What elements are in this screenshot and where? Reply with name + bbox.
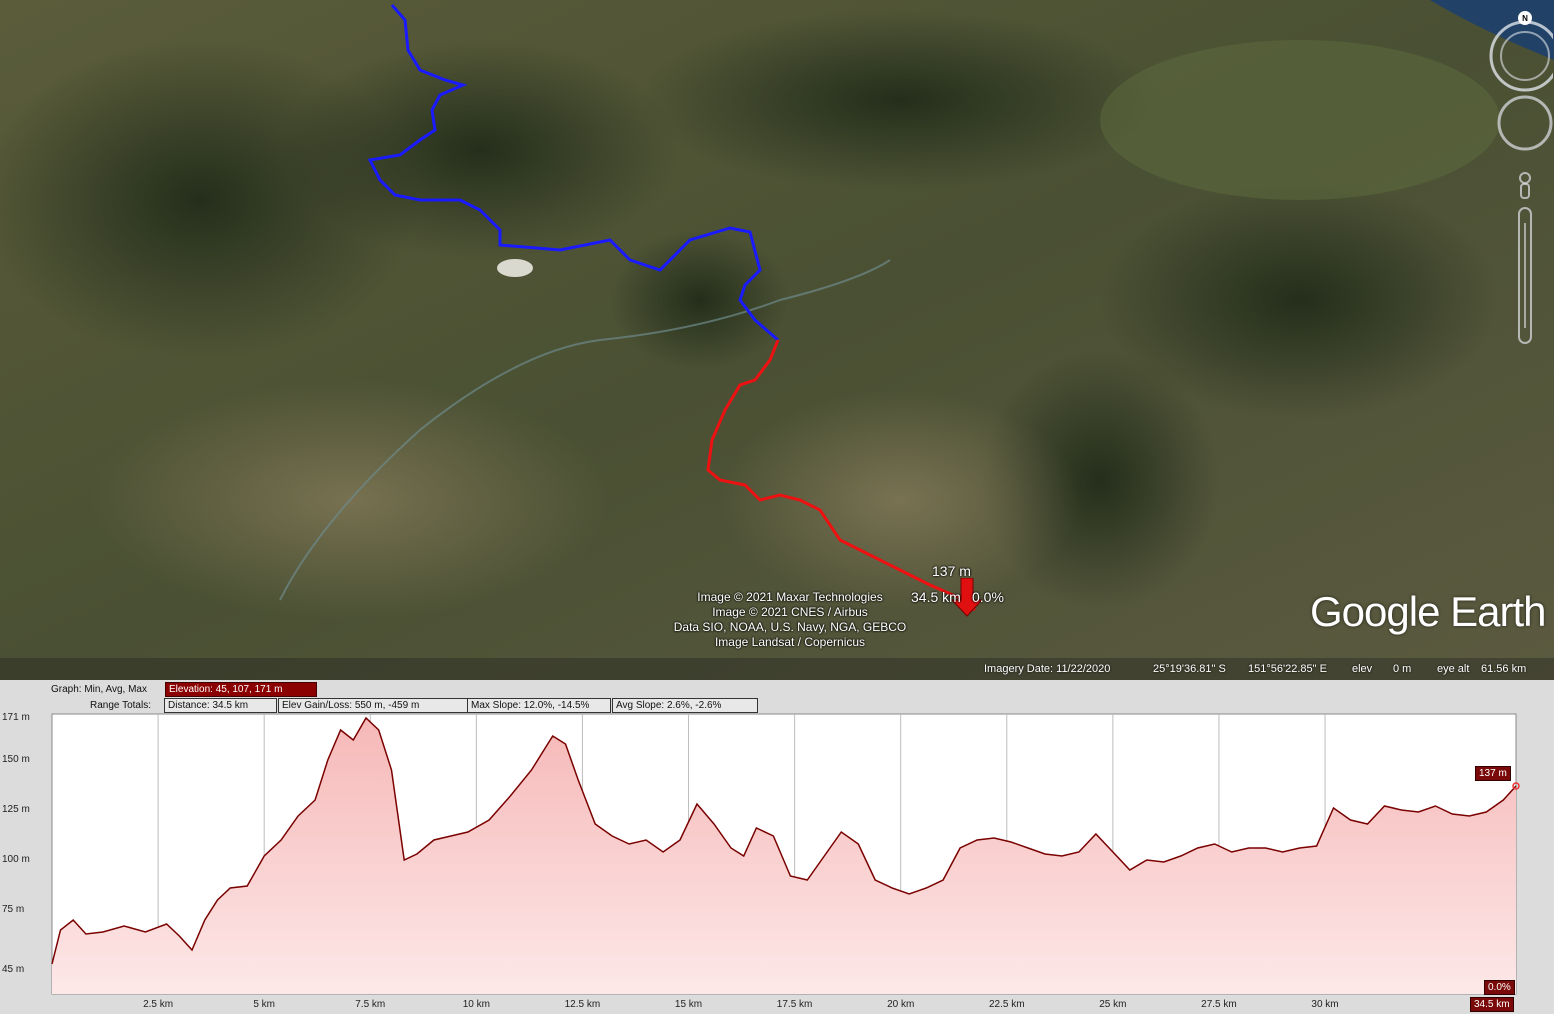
attribution-line: Data SIO, NOAA, U.S. Navy, NGA, GEBCO — [673, 620, 907, 634]
longitude-readout: 151°56'22.85" E — [1248, 663, 1327, 675]
marker-slope: 0.0% — [972, 589, 1004, 605]
y-tick-label: 171 m — [2, 712, 30, 723]
x-tick-label: 17.5 km — [776, 999, 813, 1010]
imagery-attribution: Image © 2021 Maxar Technologies Image © … — [640, 590, 940, 650]
x-tick-label: 30 km — [1311, 999, 1339, 1010]
latitude-readout: 25°19'36.81" S — [1153, 663, 1226, 675]
logo-earth-text: Earth — [1450, 588, 1546, 635]
x-tick-label: 20 km — [887, 999, 915, 1010]
eye-alt-value: 61.56 km — [1481, 663, 1527, 675]
x-tick-label: 5 km — [253, 999, 275, 1010]
y-tick-label: 125 m — [2, 804, 30, 815]
zoom-slider[interactable] — [1518, 207, 1532, 344]
current-elevation-tag: 137 m — [1475, 766, 1511, 781]
y-tick-label: 150 m — [2, 754, 30, 765]
x-tick-label: 27.5 km — [1201, 999, 1237, 1010]
marker-elevation: 137 m — [932, 563, 971, 579]
north-label: N — [1522, 14, 1528, 23]
map-view[interactable]: 137 m 34.5 km 0.0% Image © 2021 Maxar Te… — [0, 0, 1554, 680]
elev-value: 0 m — [1393, 663, 1412, 675]
status-bar: Imagery Date: 11/22/2020 25°19'36.81" S … — [0, 658, 1554, 680]
y-tick-label: 45 m — [2, 964, 25, 975]
x-tick-label: 7.5 km — [355, 999, 386, 1010]
elevation-profile-panel[interactable]: Graph: Min, Avg, Max Elevation: 45, 107,… — [0, 680, 1554, 1014]
attribution-line: Image © 2021 Maxar Technologies — [697, 590, 883, 604]
x-tick-label: 25 km — [1099, 999, 1127, 1010]
google-earth-logo: Google Earth — [1310, 588, 1547, 636]
x-tick-label: 22.5 km — [988, 999, 1025, 1010]
x-tick-label: 10 km — [462, 999, 490, 1010]
logo-google-text: Google — [1310, 588, 1440, 635]
x-tick-label: 12.5 km — [564, 999, 601, 1010]
x-tick-label: 2.5 km — [143, 999, 174, 1010]
y-tick-label: 75 m — [2, 904, 25, 915]
attribution-line: Image Landsat / Copernicus — [714, 635, 866, 649]
x-tick-label: 15 km — [674, 999, 703, 1010]
route-path — [367, 4, 976, 612]
current-distance-tag: 34.5 km — [1470, 997, 1514, 1012]
navigation-controls[interactable]: N — [1487, 8, 1553, 348]
look-joystick-icon[interactable] — [1497, 95, 1553, 151]
pegman-icon[interactable] — [1519, 172, 1531, 199]
y-tick-label: 100 m — [2, 854, 30, 865]
route-before-segment — [367, 4, 779, 342]
attribution-line: Image © 2021 CNES / Airbus — [712, 605, 868, 619]
current-slope-tag: 0.0% — [1484, 980, 1515, 995]
imagery-date: Imagery Date: 11/22/2020 — [984, 663, 1111, 675]
elev-label: elev — [1352, 663, 1373, 675]
eye-alt-label: eye alt — [1437, 663, 1470, 675]
elevation-chart[interactable] — [0, 680, 1554, 1014]
